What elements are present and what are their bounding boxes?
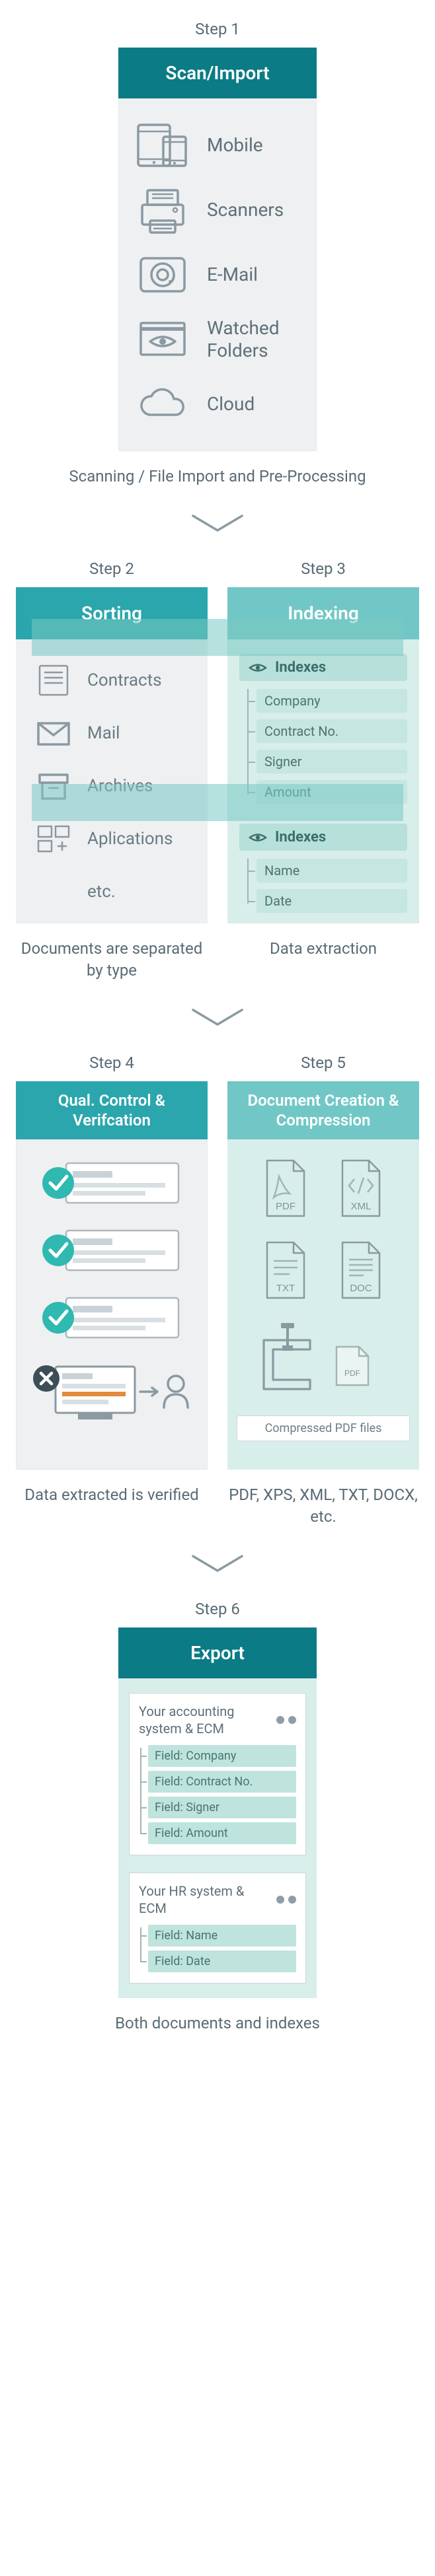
step-6-title: Export [118, 1628, 317, 1678]
step-1-item-label: Mobile [207, 134, 263, 157]
index-title-text: Indexes [275, 829, 326, 845]
export-field: Field: Signer [148, 1797, 296, 1818]
step-2-item-label: Archives [87, 776, 153, 796]
step-6-caption: Both documents and indexes [115, 2013, 320, 2034]
contracts-icon [32, 661, 75, 700]
index-title-text: Indexes [275, 659, 326, 676]
export-card-title: Your accounting system & ECM [139, 1703, 271, 1737]
export-card-title: Your HR system & ECM [139, 1882, 271, 1917]
step-1-item-mobile: Mobile [130, 113, 305, 178]
step-1-label: Step 1 [195, 20, 240, 38]
step-1-item-scanners: Scanners [130, 178, 305, 242]
svg-text:PDF: PDF [276, 1201, 296, 1212]
mobile-icon [133, 120, 192, 171]
index-item: Date [257, 889, 407, 913]
svg-text:TXT: TXT [276, 1283, 295, 1294]
step-1-item-cloud: Cloud [130, 372, 305, 437]
index-item: Name [257, 859, 407, 882]
pdf-file-icon: PDF [256, 1154, 315, 1223]
step-3-caption: Data extraction [270, 938, 377, 959]
step-1-panel: Scan/Import Mobile [118, 48, 317, 451]
mail-icon [32, 713, 75, 753]
step-1-body: Mobile Scanners [118, 98, 317, 451]
index-item: Company [257, 689, 407, 713]
step-1-caption: Scanning / File Import and Pre-Processin… [69, 466, 366, 487]
step-2-item-label: Contracts [87, 670, 162, 690]
export-field: Field: Company [148, 1745, 296, 1767]
export-field: Field: Date [148, 1950, 296, 1972]
step-1-item-label: Watched Folders [207, 317, 299, 361]
step-4-title: Qual. Control & Verifcation [16, 1081, 208, 1139]
eye-icon [249, 662, 267, 674]
index-group-1: Indexes Company Contract No. Signer Amou… [239, 654, 407, 804]
index-item: Signer [257, 750, 407, 773]
export-card-accounting: Your accounting system & ECM Field: Comp… [129, 1693, 306, 1855]
step-6-panel: Export Your accounting system & ECM Fiel… [118, 1628, 317, 1998]
step-2-item-etc: etc. [28, 865, 196, 918]
step-2-caption: Documents are separated by type [16, 938, 208, 981]
export-field: Field: Amount [148, 1822, 296, 1844]
verified-record-icon [36, 1224, 188, 1277]
txt-file-icon: TXT [256, 1236, 315, 1305]
compress-clamp-icon: PDF [251, 1320, 396, 1400]
step-1-title: Scan/Import [118, 48, 317, 98]
step-2-item-mail: Mail [28, 707, 196, 760]
step-5-caption: PDF, XPS, XML, TXT, DOCX, etc. [227, 1484, 419, 1527]
compressed-chip: Compressed PDF files [237, 1415, 410, 1441]
step-1-item-label: E-Mail [207, 264, 258, 286]
step-4-panel: Qual. Control & Verifcation [16, 1081, 208, 1470]
svg-text:DOC: DOC [350, 1283, 372, 1294]
export-card-hr: Your HR system & ECM Field: Name Field: … [129, 1873, 306, 1984]
eye-icon [249, 832, 267, 843]
verified-record-icon [36, 1157, 188, 1209]
chevron-down-icon [188, 1005, 247, 1031]
step-3-title: Indexing [227, 587, 419, 639]
scanner-icon [133, 184, 192, 236]
cloud-icon [133, 378, 192, 430]
step-2-item-label: etc. [87, 882, 116, 902]
system-dots-icon [276, 1896, 296, 1904]
export-field: Field: Name [148, 1925, 296, 1947]
step-4-label: Step 4 [89, 1054, 134, 1072]
step-1-item-label: Cloud [207, 393, 255, 415]
step-2-label: Step 2 [89, 559, 134, 578]
manual-review-icon [29, 1359, 194, 1425]
svg-text:XML: XML [351, 1201, 372, 1212]
step-1-item-watched: Watched Folders [130, 307, 305, 372]
xml-file-icon: XML [331, 1154, 391, 1223]
step-2-item-contracts: Contracts [28, 654, 196, 707]
watched-folders-icon [133, 314, 192, 365]
step-2-title: Sorting [16, 587, 208, 639]
step-2-item-applications: Aplications [28, 812, 196, 865]
step-5-panel: Document Creation & Compression PDF XML … [227, 1081, 419, 1470]
index-group-title: Indexes [239, 654, 407, 681]
step-6-label: Step 6 [195, 1600, 240, 1618]
index-group-2: Indexes Name Date [239, 824, 407, 913]
index-item: Amount [257, 780, 407, 804]
email-icon [133, 249, 192, 301]
step-3-label: Step 3 [301, 559, 346, 578]
step-1-item-email: E-Mail [130, 242, 305, 307]
step-3-panel: Indexing Indexes Company Contract No. [227, 587, 419, 923]
step-2-item-label: Mail [87, 723, 120, 743]
verified-record-icon [36, 1291, 188, 1344]
chevron-down-icon [188, 511, 247, 537]
export-field: Field: Contract No. [148, 1771, 296, 1793]
system-dots-icon [276, 1716, 296, 1724]
step-5-title: Document Creation & Compression [227, 1081, 419, 1139]
doc-file-icon: DOC [331, 1236, 391, 1305]
index-group-title: Indexes [239, 824, 407, 851]
step-2-panel: Sorting Contracts Mail [16, 587, 208, 923]
index-item: Contract No. [257, 719, 407, 743]
archives-icon [32, 766, 75, 806]
chevron-down-icon [188, 1551, 247, 1577]
step-4-caption: Data extracted is verified [24, 1484, 198, 1505]
file-type-grid: PDF XML TXT DOC [256, 1154, 391, 1305]
step-2-item-archives: Archives [28, 760, 196, 812]
applications-icon [32, 819, 75, 859]
step-2-item-label: Aplications [87, 829, 173, 849]
svg-text:PDF: PDF [344, 1369, 360, 1378]
step-5-label: Step 5 [301, 1054, 346, 1072]
step-1-item-label: Scanners [207, 199, 284, 221]
